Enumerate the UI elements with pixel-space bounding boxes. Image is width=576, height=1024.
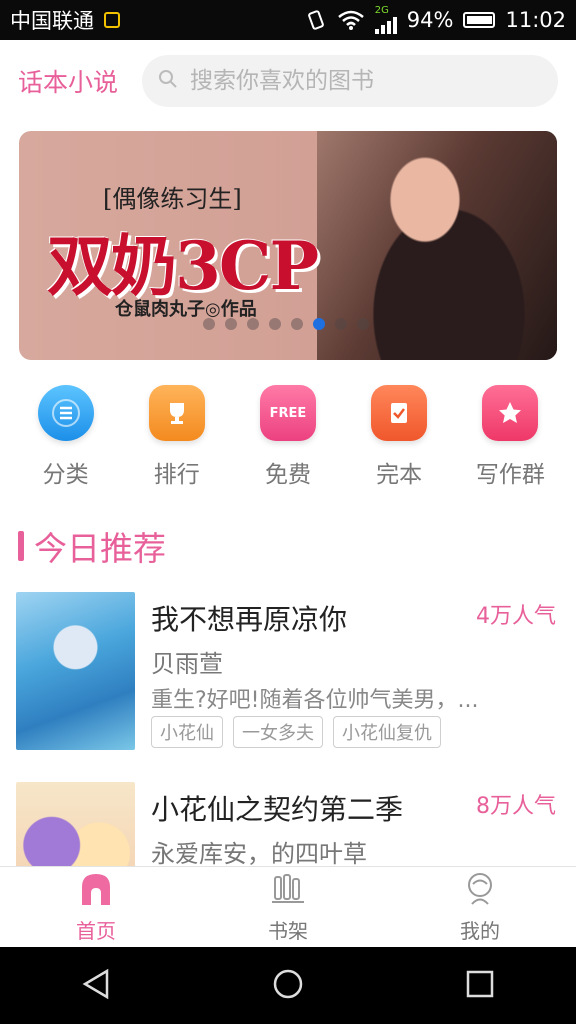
carousel-dot[interactable]: [291, 318, 303, 330]
category-label: 免费: [264, 462, 311, 488]
vibrate-icon: [305, 9, 327, 31]
book-author: 永爱库安，的四叶草: [151, 840, 367, 866]
free-icon: FREE: [259, 385, 316, 441]
section-accent-bar: [18, 531, 24, 561]
banner-tag: [偶像练习生]: [103, 185, 242, 213]
nav-bookshelf[interactable]: 书架: [228, 871, 348, 944]
carousel-dot[interactable]: [203, 318, 215, 330]
book-tag[interactable]: 小花仙复仇: [333, 716, 441, 748]
bottom-nav: 首页 书架 我的: [0, 866, 576, 948]
star-icon: [482, 385, 539, 441]
book-author: 贝雨萱: [151, 650, 223, 678]
category-classify[interactable]: 分类: [16, 385, 116, 495]
category-free[interactable]: FREE 免费: [238, 385, 338, 495]
clock: 11:02: [505, 8, 566, 32]
recents-icon[interactable]: [465, 969, 495, 1003]
search-bar[interactable]: [142, 55, 558, 107]
book-tags: 小花仙 一女多夫 小花仙复仇: [151, 716, 441, 748]
carousel-dot[interactable]: [313, 318, 325, 330]
vpn-lock-icon: [104, 12, 120, 28]
battery-percent: 94%: [406, 8, 454, 32]
home-circle-icon[interactable]: [272, 968, 304, 1004]
category-label: 排行: [153, 462, 200, 488]
nav-home[interactable]: 首页: [36, 871, 156, 944]
back-icon[interactable]: [81, 968, 111, 1004]
book-title: 小花仙之契约第二季: [151, 793, 404, 826]
category-label: 分类: [42, 462, 89, 488]
network-type-label: 2G: [374, 5, 389, 16]
book-tag[interactable]: 小花仙: [151, 716, 223, 748]
carousel-dot[interactable]: [247, 318, 259, 330]
status-bar: 中国联通 2G 94% 11:02: [0, 0, 576, 40]
book-tag[interactable]: 一女多夫: [233, 716, 323, 748]
category-row: 分类 排行 FREE 免费 完本 写作群: [0, 385, 576, 495]
bookshelf-icon: [270, 871, 306, 911]
book-cover: [16, 782, 135, 866]
trophy-icon: [148, 385, 205, 441]
battery-icon: [463, 12, 496, 28]
book-popularity: 8万人气: [476, 794, 556, 819]
promo-banner[interactable]: [偶像练习生] 双奶3CP 仓鼠肉丸子◎作品: [19, 131, 557, 360]
app-header: 话本小说: [0, 40, 576, 122]
category-completed[interactable]: 完本: [349, 385, 449, 495]
section-header: 今日推荐: [18, 522, 166, 570]
category-writing-group[interactable]: 写作群: [460, 385, 560, 495]
nav-profile[interactable]: 我的: [420, 871, 540, 944]
category-label: 写作群: [475, 462, 545, 488]
home-icon: [78, 871, 114, 911]
book-cover: [16, 592, 135, 750]
system-nav-bar: [0, 947, 576, 1024]
profile-icon: [462, 871, 498, 911]
search-icon: [158, 69, 178, 93]
search-input[interactable]: [188, 67, 542, 95]
book-item[interactable]: 小花仙之契约第二季 8万人气 永爱库安，的四叶草: [16, 782, 560, 866]
carousel-indicator[interactable]: [203, 318, 369, 330]
book-title: 我不想再原凉你: [151, 603, 348, 636]
category-label: 完本: [376, 462, 423, 488]
book-description: 重生?好吧!随着各位帅气美男，...: [151, 688, 479, 713]
wifi-icon: [337, 9, 365, 31]
book-popularity: 4万人气: [476, 604, 556, 629]
book-item[interactable]: 我不想再原凉你 4万人气 贝雨萱 重生?好吧!随着各位帅气美男，... 小花仙 …: [16, 592, 560, 750]
app-title: 话本小说: [18, 68, 119, 97]
carousel-dot[interactable]: [225, 318, 237, 330]
nav-label: 我的: [460, 919, 500, 943]
nav-label: 首页: [76, 919, 116, 943]
carousel-dot[interactable]: [357, 318, 369, 330]
section-title: 今日推荐: [34, 529, 166, 568]
check-icon: [371, 385, 428, 441]
carrier-label: 中国联通: [10, 9, 94, 33]
category-ranking[interactable]: 排行: [127, 385, 227, 495]
list-icon: [37, 385, 94, 441]
carousel-dot[interactable]: [335, 318, 347, 330]
carousel-dot[interactable]: [269, 318, 281, 330]
nav-label: 书架: [268, 919, 308, 943]
signal-icon: [374, 16, 397, 34]
